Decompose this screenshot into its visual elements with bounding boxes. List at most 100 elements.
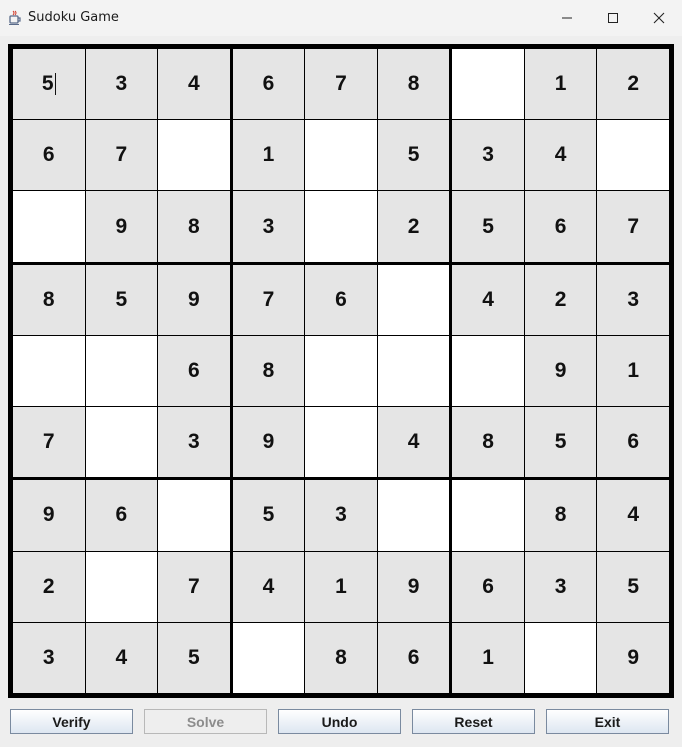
sudoku-cell-r8c4[interactable]: 4: [232, 551, 305, 622]
sudoku-cell-r8c6[interactable]: 9: [377, 551, 450, 622]
sudoku-cell-r2c3[interactable]: [158, 120, 230, 191]
sudoku-cell-r2c6[interactable]: 5: [377, 120, 450, 191]
sudoku-cell-r7c1[interactable]: 9: [13, 480, 85, 551]
sudoku-cell-r3c1[interactable]: [13, 191, 85, 262]
sudoku-cell-r6c3[interactable]: 3: [158, 407, 230, 478]
sudoku-cell-r9c5[interactable]: 8: [305, 622, 377, 693]
sudoku-cell-r3c5[interactable]: [305, 191, 377, 262]
cell-value: 8: [407, 72, 420, 96]
cell-value: 1: [554, 72, 567, 96]
sudoku-cell-r8c8[interactable]: 3: [524, 551, 597, 622]
cell-value: 8: [482, 430, 494, 454]
sudoku-cell-r3c7[interactable]: 5: [452, 191, 524, 262]
sudoku-cell-r5c6[interactable]: [377, 335, 450, 407]
sudoku-cell-r6c9[interactable]: 6: [597, 407, 669, 478]
title-bar[interactable]: Sudoku Game: [0, 0, 682, 36]
sudoku-cell-r2c2[interactable]: 7: [85, 120, 158, 191]
sudoku-cell-r3c2[interactable]: 9: [85, 191, 158, 262]
sudoku-cell-r1c1[interactable]: 5: [13, 49, 85, 120]
sudoku-cell-r6c8[interactable]: 5: [524, 407, 597, 478]
sudoku-cell-r5c8[interactable]: 9: [524, 335, 597, 407]
sudoku-cell-r1c8[interactable]: 1: [524, 49, 597, 120]
sudoku-cell-r2c8[interactable]: 4: [524, 120, 597, 191]
sudoku-cell-r6c7[interactable]: 8: [452, 407, 524, 478]
sudoku-cell-r4c6[interactable]: [377, 264, 450, 335]
cell-value: 6: [627, 430, 640, 454]
sudoku-cell-r6c1[interactable]: 7: [13, 407, 85, 478]
sudoku-cell-r1c2[interactable]: 3: [85, 49, 158, 120]
reset-button[interactable]: Reset: [412, 709, 535, 734]
sudoku-cell-r3c3[interactable]: 8: [158, 191, 230, 262]
sudoku-cell-r1c4[interactable]: 6: [232, 49, 305, 120]
sudoku-cell-r5c2[interactable]: [85, 335, 158, 407]
sudoku-cell-r4c8[interactable]: 2: [524, 264, 597, 335]
sudoku-cell-r8c9[interactable]: 5: [597, 551, 669, 622]
sudoku-cell-r4c2[interactable]: 5: [85, 264, 158, 335]
sudoku-cell-r9c2[interactable]: 4: [85, 622, 158, 693]
undo-button[interactable]: Undo: [278, 709, 401, 734]
sudoku-cell-r2c5[interactable]: [305, 120, 377, 191]
cell-value: 7: [42, 430, 55, 454]
sudoku-cell-r7c3[interactable]: [158, 480, 230, 551]
sudoku-cell-r7c2[interactable]: 6: [85, 480, 158, 551]
sudoku-cell-r3c9[interactable]: 7: [597, 191, 669, 262]
sudoku-cell-r4c9[interactable]: 3: [597, 264, 669, 335]
sudoku-cell-r7c8[interactable]: 8: [524, 480, 597, 551]
sudoku-cell-r5c3[interactable]: 6: [158, 335, 230, 407]
sudoku-cell-r9c3[interactable]: 5: [158, 622, 230, 693]
sudoku-cell-r8c5[interactable]: 1: [305, 551, 377, 622]
sudoku-cell-r1c5[interactable]: 7: [305, 49, 377, 120]
sudoku-cell-r6c6[interactable]: 4: [377, 407, 450, 478]
sudoku-cell-r2c4[interactable]: 1: [232, 120, 305, 191]
sudoku-cell-r7c9[interactable]: 4: [597, 480, 669, 551]
minimize-button[interactable]: [544, 0, 590, 36]
sudoku-cell-r1c7[interactable]: [452, 49, 524, 120]
sudoku-cell-r5c5[interactable]: [305, 335, 377, 407]
cell-value: 4: [407, 430, 420, 454]
sudoku-cell-r4c5[interactable]: 6: [305, 264, 377, 335]
sudoku-cell-r7c7[interactable]: [452, 480, 524, 551]
sudoku-cell-r8c1[interactable]: 2: [13, 551, 85, 622]
sudoku-cell-r5c1[interactable]: [13, 335, 85, 407]
sudoku-cell-r9c8[interactable]: [524, 622, 597, 693]
sudoku-cell-r7c6[interactable]: [377, 480, 450, 551]
sudoku-cell-r9c9[interactable]: 9: [597, 622, 669, 693]
sudoku-cell-r9c1[interactable]: 3: [13, 622, 85, 693]
sudoku-cell-r9c7[interactable]: 1: [452, 622, 524, 693]
sudoku-cell-r7c4[interactable]: 5: [232, 480, 305, 551]
sudoku-cell-r2c1[interactable]: 6: [13, 120, 85, 191]
sudoku-cell-r2c7[interactable]: 3: [452, 120, 524, 191]
sudoku-cell-r8c2[interactable]: [85, 551, 158, 622]
sudoku-cell-r6c5[interactable]: [305, 407, 377, 478]
sudoku-cell-r4c3[interactable]: 9: [158, 264, 230, 335]
sudoku-cell-r3c8[interactable]: 6: [524, 191, 597, 262]
sudoku-cell-r4c4[interactable]: 7: [232, 264, 305, 335]
sudoku-cell-r3c4[interactable]: 3: [232, 191, 305, 262]
cell-value: 5: [482, 214, 494, 238]
sudoku-cell-r3c6[interactable]: 2: [377, 191, 450, 262]
sudoku-cell-r9c6[interactable]: 6: [377, 622, 450, 693]
sudoku-cell-r8c7[interactable]: 6: [452, 551, 524, 622]
sudoku-cell-r4c1[interactable]: 8: [13, 264, 85, 335]
close-button[interactable]: [636, 0, 682, 36]
sudoku-cell-r5c9[interactable]: 1: [597, 335, 669, 407]
cell-value: 9: [42, 503, 55, 527]
verify-button[interactable]: Verify: [10, 709, 133, 734]
sudoku-cell-r6c2[interactable]: [85, 407, 158, 478]
sudoku-cell-r6c4[interactable]: 9: [232, 407, 305, 478]
sudoku-cell-r1c9[interactable]: 2: [597, 49, 669, 120]
cell-value: 7: [262, 287, 275, 311]
sudoku-cell-r1c3[interactable]: 4: [158, 49, 230, 120]
cell-value: 7: [115, 143, 128, 167]
sudoku-cell-r8c3[interactable]: 7: [158, 551, 230, 622]
sudoku-cell-r4c7[interactable]: 4: [452, 264, 524, 335]
sudoku-cell-r2c9[interactable]: [597, 120, 669, 191]
sudoku-cell-r9c4[interactable]: [232, 622, 305, 693]
sudoku-cell-r5c4[interactable]: 8: [232, 335, 305, 407]
sudoku-cell-r5c7[interactable]: [452, 335, 524, 407]
maximize-button[interactable]: [590, 0, 636, 36]
text-caret: [54, 73, 56, 96]
sudoku-cell-r1c6[interactable]: 8: [377, 49, 450, 120]
exit-button[interactable]: Exit: [546, 709, 669, 734]
sudoku-cell-r7c5[interactable]: 3: [305, 480, 377, 551]
